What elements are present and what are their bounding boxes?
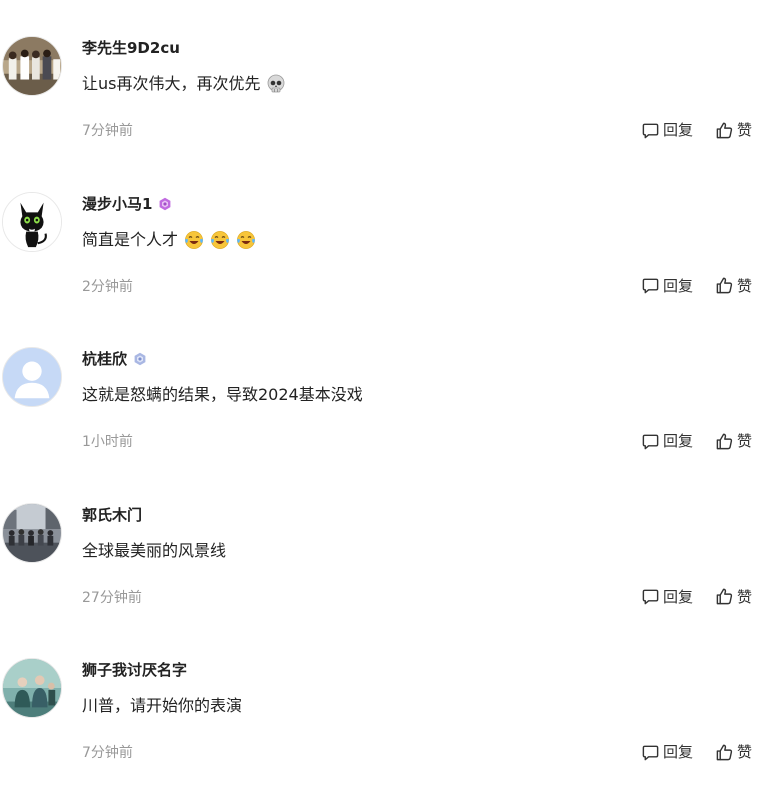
username[interactable]: 杭桂欣 bbox=[82, 347, 127, 371]
like-button[interactable]: 赞 bbox=[715, 741, 752, 763]
comment-text: 这就是怒螨的结果，导致2024基本没戏 bbox=[82, 385, 363, 405]
comment-actions: 回复 赞 bbox=[641, 430, 752, 452]
username[interactable]: 李先生9D2cu bbox=[82, 36, 180, 60]
speech-bubble-icon bbox=[642, 434, 659, 450]
avatar[interactable] bbox=[2, 347, 62, 408]
username[interactable]: 漫步小马1 bbox=[82, 192, 152, 216]
reply-label: 回复 bbox=[662, 121, 693, 139]
reply-label: 回复 bbox=[662, 276, 693, 295]
comment-item: 杭桂欣 这就是怒螨的结果，导致2024基本没戏 1小时前 回复 赞 bbox=[0, 311, 776, 467]
comment-text: 全球最美丽的风景线 bbox=[82, 540, 227, 560]
black-cat-icon bbox=[3, 192, 61, 251]
street-crowd-photo-icon bbox=[3, 503, 61, 562]
reply-label: 回复 bbox=[662, 432, 693, 451]
speech-bubble-icon bbox=[642, 123, 659, 138]
speech-bubble-icon bbox=[642, 278, 659, 294]
comment-timestamp: 2分钟前 bbox=[82, 278, 133, 295]
like-label: 赞 bbox=[736, 432, 752, 451]
comment-list: 李先生9D2cu 让us再次伟大，再次优先 7分钟前 回复 赞 漫步小马1 简直… bbox=[0, 0, 776, 786]
comment-timestamp: 7分钟前 bbox=[82, 745, 133, 762]
comment-timestamp: 1小时前 bbox=[82, 434, 133, 451]
reply-button[interactable]: 回复 bbox=[641, 741, 693, 763]
reply-label: 回复 bbox=[662, 743, 693, 762]
avatar-photo-group-icon bbox=[3, 37, 61, 95]
like-button[interactable]: 赞 bbox=[715, 275, 752, 297]
like-button[interactable]: 赞 bbox=[715, 119, 752, 141]
reply-button[interactable]: 回复 bbox=[641, 430, 693, 452]
comment-actions: 回复 赞 bbox=[641, 586, 752, 608]
avatar[interactable] bbox=[2, 658, 62, 719]
comment-timestamp: 7分钟前 bbox=[82, 123, 133, 139]
like-button[interactable]: 赞 bbox=[715, 586, 752, 608]
like-button[interactable]: 赞 bbox=[715, 430, 752, 452]
thumbs-up-icon bbox=[716, 277, 733, 294]
comment-item: 郭氏木门 全球最美丽的风景线 27分钟前 回复 赞 bbox=[0, 467, 776, 623]
avatar[interactable] bbox=[2, 191, 62, 252]
reply-button[interactable]: 回复 bbox=[641, 119, 693, 141]
comment-actions: 回复 赞 bbox=[641, 741, 752, 763]
laughing-tears-emoji-icon bbox=[184, 230, 204, 250]
skull-emoji-icon bbox=[266, 74, 286, 94]
like-label: 赞 bbox=[736, 587, 752, 606]
comment-timestamp: 27分钟前 bbox=[82, 589, 142, 606]
username[interactable]: 狮子我讨厌名字 bbox=[82, 658, 187, 682]
like-label: 赞 bbox=[736, 121, 752, 139]
speech-bubble-icon bbox=[642, 589, 659, 605]
thumbs-up-icon bbox=[716, 433, 733, 450]
comment-text: 让us再次伟大，再次优先 bbox=[82, 74, 261, 93]
teal-portrait-photo-icon bbox=[3, 659, 61, 718]
comment-item: 漫步小马1 简直是个人才 2分钟前 回复 赞 bbox=[0, 156, 776, 312]
comment-text: 简直是个人才 bbox=[82, 229, 179, 249]
reply-button[interactable]: 回复 bbox=[641, 275, 693, 297]
default-user-avatar-icon bbox=[3, 348, 61, 407]
avatar[interactable] bbox=[2, 36, 62, 96]
comment-text: 川普，请开始你的表演 bbox=[82, 696, 243, 716]
comment-item: 李先生9D2cu 让us再次伟大，再次优先 7分钟前 回复 赞 bbox=[0, 0, 776, 156]
thumbs-up-icon bbox=[716, 122, 733, 138]
like-label: 赞 bbox=[736, 276, 752, 295]
laughing-tears-emoji-icon bbox=[210, 230, 230, 250]
blue-level-badge-icon bbox=[133, 352, 147, 366]
comment-item: 狮子我讨厌名字 川普，请开始你的表演 7分钟前 回复 赞 bbox=[0, 622, 776, 778]
speech-bubble-icon bbox=[642, 745, 659, 761]
reply-label: 回复 bbox=[662, 587, 693, 606]
purple-level-badge-icon bbox=[158, 197, 172, 211]
thumbs-up-icon bbox=[716, 744, 733, 761]
like-label: 赞 bbox=[736, 743, 752, 762]
thumbs-up-icon bbox=[716, 588, 733, 605]
comment-actions: 回复 赞 bbox=[641, 119, 752, 141]
comment-actions: 回复 赞 bbox=[641, 275, 752, 297]
username[interactable]: 郭氏木门 bbox=[82, 503, 142, 527]
reply-button[interactable]: 回复 bbox=[641, 586, 693, 608]
avatar[interactable] bbox=[2, 502, 62, 563]
laughing-tears-emoji-icon bbox=[236, 230, 256, 250]
